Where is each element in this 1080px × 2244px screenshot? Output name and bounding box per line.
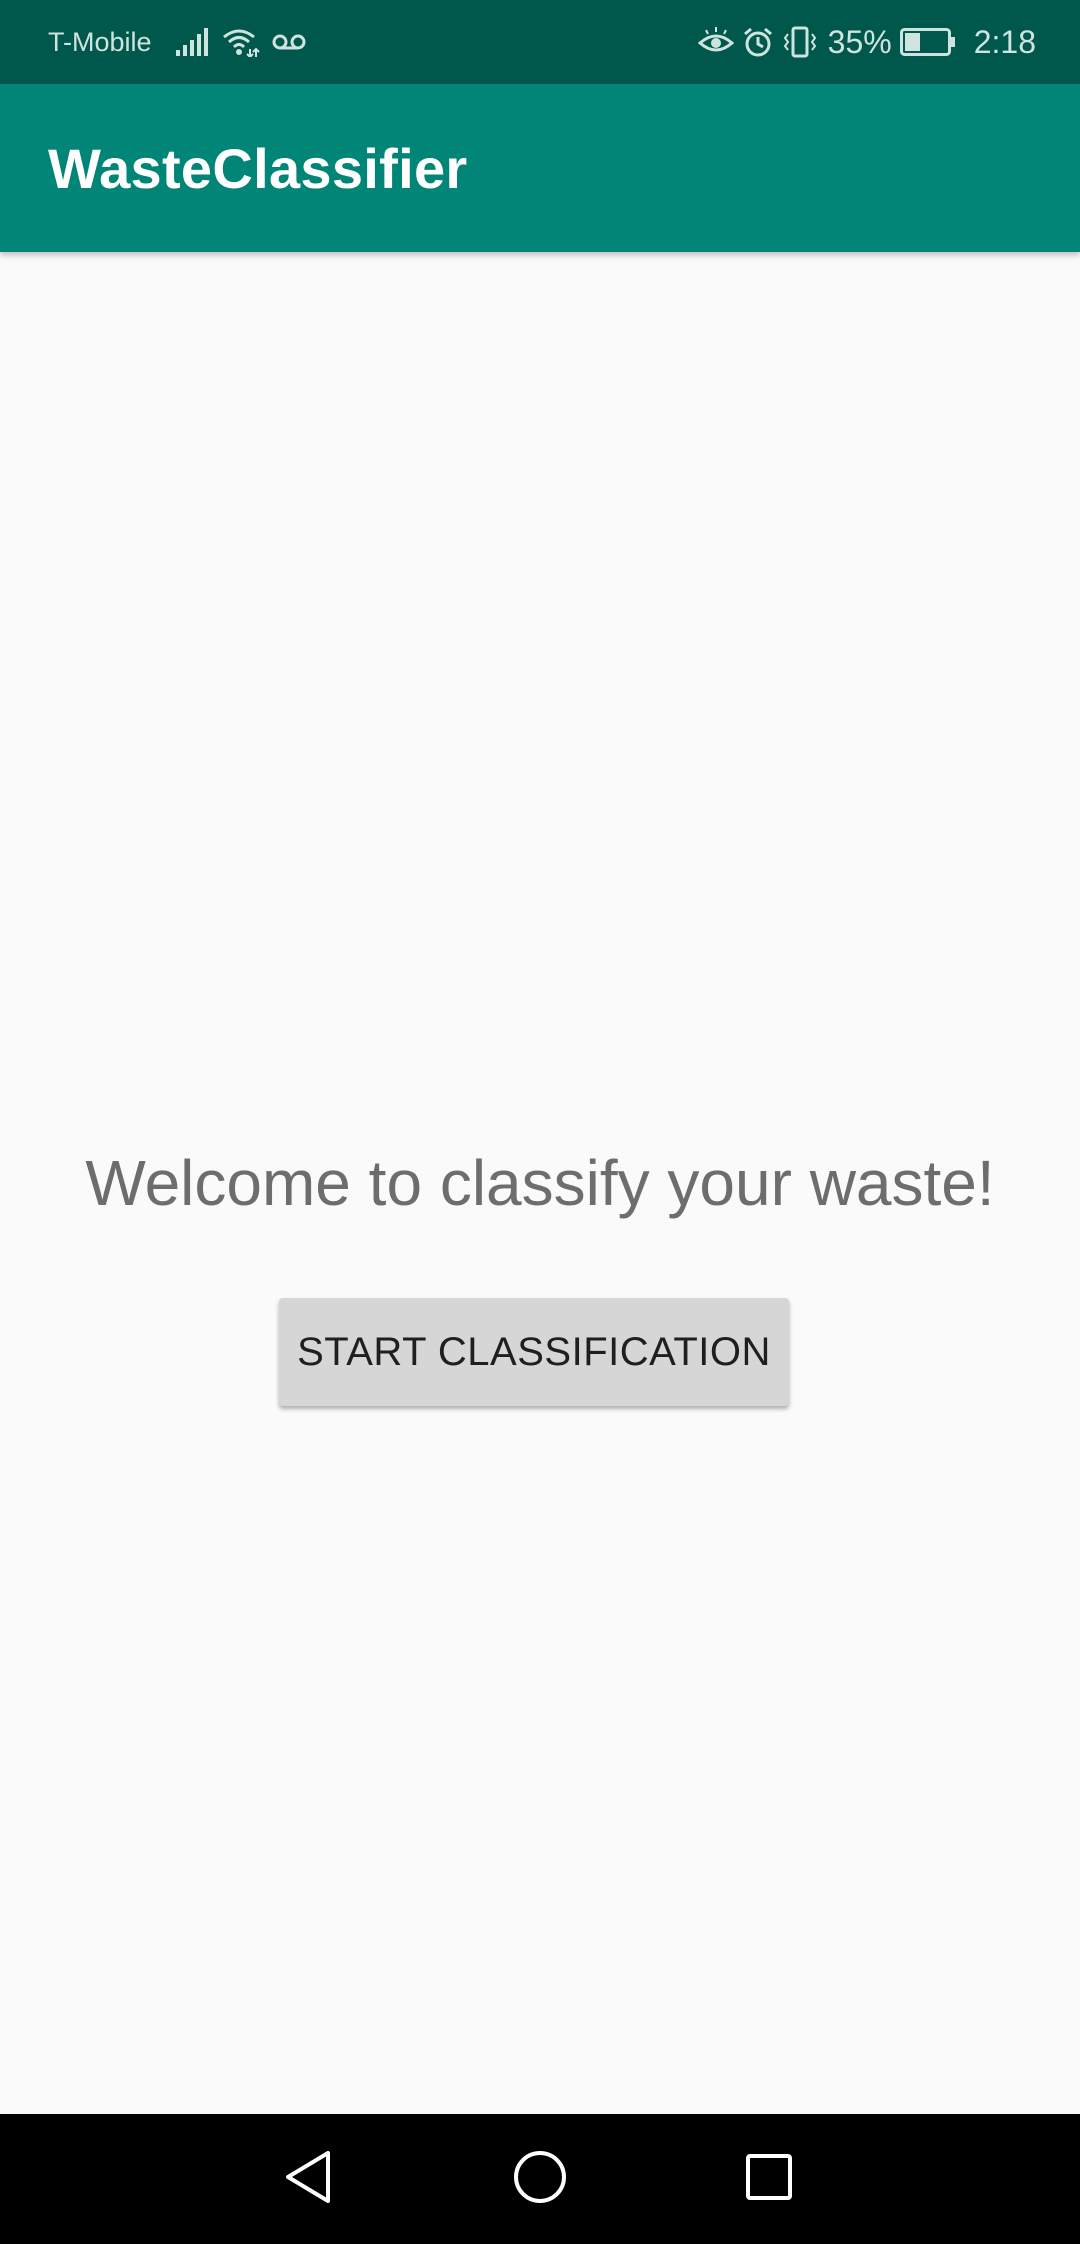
battery-icon (899, 28, 956, 56)
signal-icon (175, 28, 210, 56)
carrier-name: T-Mobile (48, 26, 152, 57)
status-left-icons (175, 27, 306, 57)
recents-icon (745, 2153, 793, 2206)
start-classification-button[interactable]: START CLASSIFICATION (279, 1298, 789, 1406)
app-screen: T-Mobile 35% 2:18 WasteClassifier Welcom… (0, 0, 1080, 2244)
home-icon (512, 2149, 568, 2210)
back-button[interactable] (244, 2114, 374, 2244)
status-right-icons: 35% 2:18 (697, 23, 1036, 61)
welcome-text: Welcome to classify your waste! (85, 1147, 995, 1219)
vibrate-icon (782, 26, 818, 58)
app-title: WasteClassifier (48, 136, 468, 200)
wifi-icon (222, 27, 260, 57)
home-button[interactable] (475, 2114, 605, 2244)
recents-button[interactable] (704, 2114, 834, 2244)
eye-comfort-icon (697, 27, 734, 57)
alarm-icon (742, 26, 774, 58)
navigation-bar (0, 2114, 1080, 2244)
status-bar: T-Mobile 35% 2:18 (0, 0, 1080, 84)
clock: 2:18 (973, 23, 1036, 60)
app-bar: WasteClassifier (0, 84, 1080, 252)
back-icon (284, 2149, 334, 2210)
battery-percentage: 35% (827, 23, 892, 60)
voicemail-icon (272, 32, 306, 52)
